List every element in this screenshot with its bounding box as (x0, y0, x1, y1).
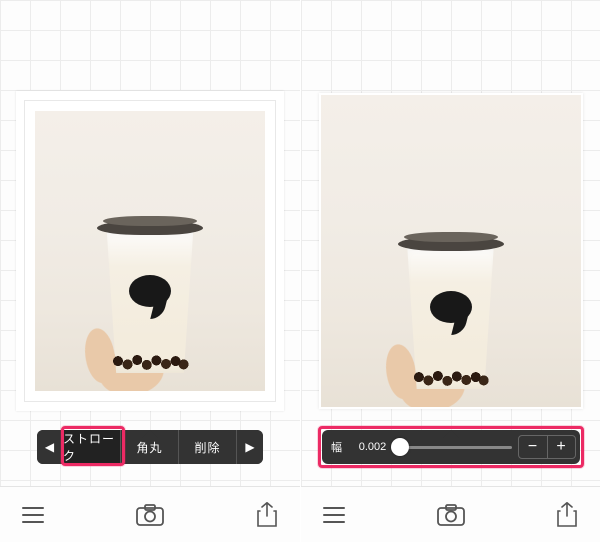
width-plus-button[interactable]: + (547, 436, 575, 458)
slider-thumb[interactable] (391, 438, 409, 456)
camera-icon (136, 504, 164, 526)
share-icon (556, 502, 578, 528)
canvas-area[interactable] (301, 16, 600, 486)
width-slider[interactable] (398, 446, 512, 449)
option-stroke[interactable]: ストローク (63, 430, 121, 464)
hamburger-icon (22, 507, 44, 523)
hamburger-icon (323, 507, 345, 523)
drink-cup-illustration (396, 229, 506, 389)
segmented-control: ◀ ストローク 角丸 削除 ▶ (37, 430, 263, 464)
option-delete[interactable]: 削除 (179, 430, 237, 464)
options-popover: ◀ ストローク 角丸 削除 ▶ (37, 430, 263, 464)
photo[interactable] (35, 111, 265, 391)
photo[interactable] (321, 95, 581, 407)
phone-left: ◀ ストローク 角丸 削除 ▶ (0, 0, 300, 542)
option-corner-radius[interactable]: 角丸 (121, 430, 179, 464)
artboard[interactable] (16, 91, 284, 411)
drink-cup-illustration (95, 213, 205, 373)
next-button[interactable]: ▶ (237, 430, 263, 464)
menu-button[interactable] (323, 507, 345, 523)
menu-button[interactable] (22, 507, 44, 523)
photo-frame[interactable] (319, 93, 583, 409)
status-bar (0, 0, 300, 16)
artboard[interactable] (317, 91, 585, 411)
width-slider-panel: 幅 0.002 − + (322, 430, 580, 464)
share-button[interactable] (556, 502, 578, 528)
status-bar (301, 0, 600, 16)
camera-button[interactable] (437, 504, 465, 526)
bottom-toolbar (0, 486, 300, 542)
share-icon (256, 502, 278, 528)
camera-button[interactable] (136, 504, 164, 526)
photo-frame[interactable] (25, 101, 275, 401)
width-label: 幅 (326, 439, 348, 455)
comma-logo-icon (430, 291, 472, 335)
share-button[interactable] (256, 502, 278, 528)
width-stepper: − + (518, 435, 576, 459)
prev-button[interactable]: ◀ (37, 430, 63, 464)
bottom-toolbar (301, 486, 600, 542)
width-value: 0.002 (354, 441, 392, 453)
canvas-area[interactable] (0, 16, 300, 486)
comma-logo-icon (129, 275, 171, 319)
phone-right: 幅 0.002 − + (300, 0, 600, 542)
width-popover: 幅 0.002 − + (322, 430, 580, 464)
camera-icon (437, 504, 465, 526)
width-minus-button[interactable]: − (519, 436, 547, 458)
